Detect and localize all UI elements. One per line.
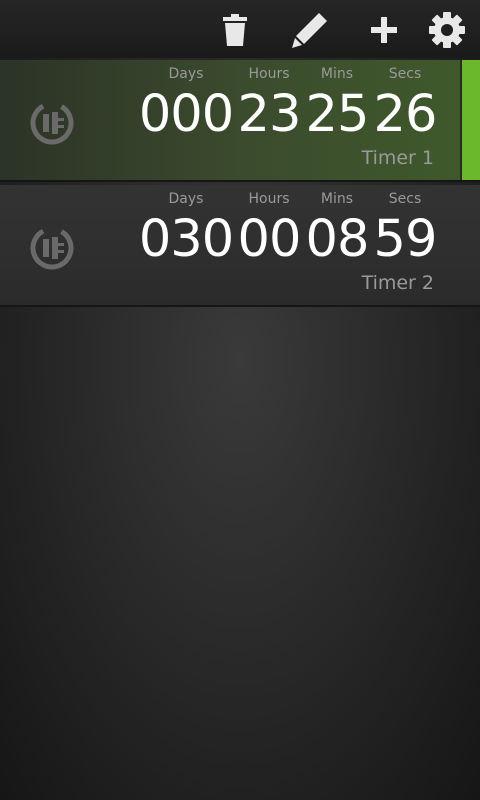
plus-icon xyxy=(371,17,397,43)
timer-row-1[interactable]: Days Hours Mins Secs 000 23 25 26 Timer … xyxy=(0,60,480,182)
secs-label: Secs xyxy=(388,191,422,207)
timer-name: Timer 2 xyxy=(361,272,434,294)
secs-value: 26 xyxy=(373,85,438,144)
mins-label: Mins xyxy=(320,66,354,82)
secs-value: 59 xyxy=(373,210,438,269)
secs-label: Secs xyxy=(388,66,422,82)
mins-value: 08 xyxy=(305,210,370,269)
mins-label: Mins xyxy=(320,191,354,207)
timer-pause-icon[interactable] xyxy=(28,99,76,147)
timer-pause-icon[interactable] xyxy=(28,224,76,272)
mins-value: 25 xyxy=(305,85,370,144)
delete-button[interactable] xyxy=(211,6,259,54)
add-button[interactable] xyxy=(360,6,408,54)
hours-value: 23 xyxy=(237,85,302,144)
gear-icon xyxy=(429,12,465,48)
hours-value: 00 xyxy=(237,210,302,269)
pencil-icon xyxy=(292,13,327,48)
days-label: Days xyxy=(168,66,204,82)
timer-name: Timer 1 xyxy=(361,147,434,169)
days-label: Days xyxy=(168,191,204,207)
edit-button[interactable] xyxy=(286,6,334,54)
action-bar xyxy=(0,0,480,58)
settings-button[interactable] xyxy=(423,6,471,54)
hours-label: Hours xyxy=(248,191,290,207)
timer-row-2[interactable]: Days Hours Mins Secs 030 00 08 59 Timer … xyxy=(0,185,480,307)
days-value: 030 xyxy=(138,210,234,269)
hours-label: Hours xyxy=(248,66,290,82)
days-value: 000 xyxy=(138,85,234,144)
active-indicator xyxy=(460,60,480,180)
screen: Days Hours Mins Secs 000 23 25 26 Timer … xyxy=(0,0,480,800)
trash-icon xyxy=(223,14,247,46)
